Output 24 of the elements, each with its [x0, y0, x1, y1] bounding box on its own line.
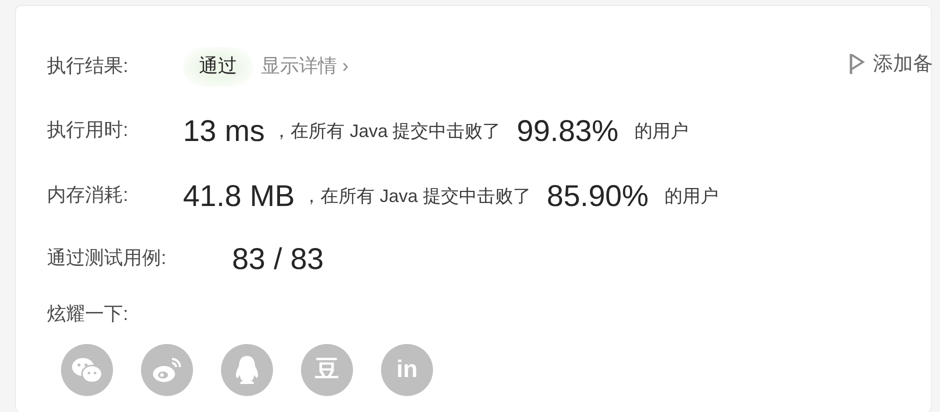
- add-note-button[interactable]: 添加备: [849, 49, 933, 79]
- status-badge: 通过: [183, 46, 253, 88]
- result-label: 执行结果:: [47, 54, 130, 79]
- stat-value: 41.8 MB: [183, 178, 295, 214]
- share-label: 炫耀一下:: [47, 303, 130, 327]
- share-button[interactable]: [221, 344, 273, 396]
- details-link[interactable]: 显示详情 ›: [261, 52, 349, 82]
- percentile-value: 85.90%: [546, 178, 649, 214]
- flag-icon: [849, 52, 865, 76]
- stat-value: 13 ms: [183, 114, 265, 150]
- test-cases-label: 通过测试用例:: [47, 246, 168, 271]
- share-button[interactable]: 豆: [301, 344, 353, 396]
- share-button[interactable]: [61, 344, 113, 396]
- stat-suffix: 的用户: [634, 120, 688, 142]
- penguin-icon: [234, 354, 260, 386]
- stat-label: 内存消耗:: [47, 184, 130, 208]
- stat-description: ，在所有 Java 提交中击败了: [272, 120, 501, 142]
- percentile-value: 99.83%: [516, 114, 618, 150]
- test-cases-value: 83 / 83: [232, 242, 324, 278]
- share-button[interactable]: [141, 344, 193, 396]
- stat-suffix: 的用户: [664, 184, 719, 208]
- stat-label: 执行用时:: [47, 118, 130, 143]
- stat-description: ，在所有 Java 提交中击败了: [302, 184, 531, 208]
- share-button[interactable]: in: [381, 344, 433, 396]
